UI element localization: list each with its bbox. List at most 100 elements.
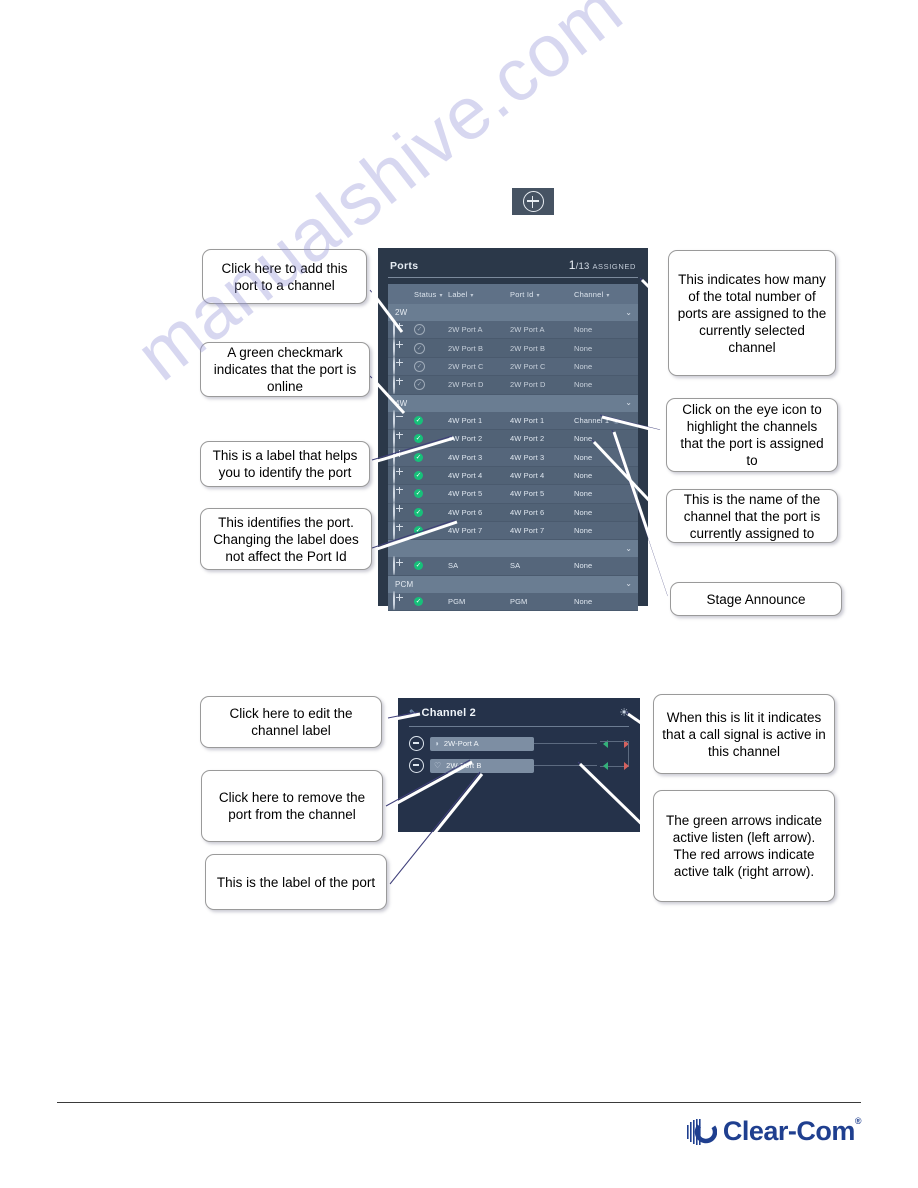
status-cell: ✓	[414, 561, 448, 571]
port-id: 4W Port 6	[510, 507, 545, 517]
add-to-channel-icon[interactable]	[388, 319, 414, 339]
port-id: 2W Port C	[510, 361, 546, 371]
group-label: 4W	[395, 398, 408, 408]
port-chip-label: 2W-Port A	[443, 739, 479, 748]
callout-channel-name: This is the name of the channel that the…	[666, 489, 838, 543]
divider	[409, 726, 629, 727]
port-id: 4W Port 3	[510, 452, 545, 462]
table-row[interactable]: ✓ 4W Port 3 4W Port 3 None	[388, 447, 638, 467]
callout-add-port: Click here to add this port to a channel	[202, 249, 367, 304]
port-channel: None	[574, 526, 593, 536]
status-cell: ✓	[414, 526, 448, 536]
port-channel: None	[574, 361, 593, 371]
callout-call-lit: When this is lit it indicates that a cal…	[653, 694, 835, 774]
chevron-down-icon: ⌄	[625, 307, 632, 317]
port-label: SA	[448, 561, 459, 571]
port-id: 4W Port 1	[510, 415, 545, 425]
pencil-icon[interactable]: ✎	[409, 708, 417, 719]
port-channel: None	[574, 489, 593, 499]
channel-port-row[interactable]: ◑ 2W-Port A	[409, 736, 629, 767]
add-port-button[interactable]	[512, 188, 554, 215]
status-online-icon: ✓	[414, 452, 423, 462]
assigned-count: 1/13 ASSIGNED	[569, 258, 636, 272]
group-header-2w[interactable]: 2W ⌄	[388, 304, 638, 321]
group-header-pcm[interactable]: PCM ⌄	[388, 575, 638, 593]
sort-caret-icon: ▾	[439, 292, 443, 299]
port-channel: None	[574, 380, 593, 390]
add-to-channel-icon[interactable]	[388, 465, 414, 485]
table-row[interactable]: ✓ 4W Port 2 4W Port 2 None	[388, 428, 638, 449]
group-header-4w[interactable]: 4W ⌄	[388, 394, 638, 412]
add-to-channel-icon[interactable]	[388, 338, 414, 358]
add-to-channel-icon[interactable]	[388, 483, 414, 503]
status-offline-icon: ✓	[414, 342, 425, 354]
remove-from-channel-icon[interactable]	[388, 410, 414, 430]
port-label: 4W Port 7	[448, 526, 483, 536]
port-channel: None	[574, 561, 593, 571]
port-channel: None	[574, 434, 593, 444]
port-chip[interactable]: ♡ 2W-Port B	[430, 758, 534, 773]
document-page: manualshive.com Ports 1/13 ASSIGNED Stat…	[0, 0, 918, 1188]
status-cell: ✓	[414, 596, 448, 606]
call-signal-icon[interactable]: ☀	[619, 707, 629, 719]
status-cell: ✓	[414, 434, 448, 444]
footer-divider	[57, 1102, 861, 1103]
add-to-channel-icon[interactable]	[388, 520, 414, 540]
channel-port-row[interactable]: ♡ 2W-Port B	[409, 758, 629, 773]
status-cell: ✓	[414, 324, 448, 336]
add-to-channel-icon[interactable]	[388, 447, 414, 467]
add-to-channel-icon[interactable]	[388, 428, 414, 448]
callout-stage-announce: Stage Announce	[670, 582, 842, 616]
status-online-icon: ✓	[414, 470, 423, 480]
table-row[interactable]: ✓ PGM PGM None	[388, 591, 638, 612]
table-row[interactable]: ✓ 4W Port 7 4W Port 7 None	[388, 520, 638, 541]
table-row[interactable]: ✓ 2W Port C 2W Port C None	[388, 356, 638, 377]
add-to-channel-icon[interactable]	[388, 374, 414, 394]
add-to-channel-icon[interactable]	[388, 356, 414, 376]
channel-header: ✎ Channel 2 ☀	[409, 707, 629, 719]
ports-panel: Ports 1/13 ASSIGNED Status ▾ Label ▾ Port I…	[378, 248, 648, 612]
callout-eye-icon: Click on the eye icon to highlight the c…	[666, 398, 838, 472]
col-channel[interactable]: Channel ▾	[574, 290, 638, 299]
listen-arrow-icon	[603, 761, 608, 770]
callout-port-label: This is the label of the port	[205, 854, 387, 910]
channel-title-group[interactable]: ✎ Channel 2	[409, 707, 476, 719]
add-to-channel-icon[interactable]	[388, 591, 414, 611]
chevron-down-icon: ⌄	[625, 398, 632, 408]
brand-name: Clear-Com®	[722, 1116, 862, 1146]
table-row[interactable]: ✓ 4W Port 6 4W Port 6 None	[388, 502, 638, 522]
remove-port-icon[interactable]	[409, 736, 424, 751]
port-label: 4W Port 3	[448, 452, 483, 462]
sort-caret-icon: ▾	[470, 292, 474, 299]
port-label: 2W Port A	[448, 325, 483, 335]
port-chip[interactable]: ◑ 2W-Port A	[430, 736, 534, 751]
status-offline-icon: ✓	[414, 324, 425, 336]
callout-port-id: This identifies the port. Changing the l…	[200, 508, 372, 570]
remove-port-icon[interactable]	[409, 758, 424, 773]
table-row[interactable]: ✓ 2W Port D 2W Port D None	[388, 374, 638, 395]
add-to-channel-icon[interactable]	[388, 556, 414, 575]
table-row[interactable]: ✓ 2W Port A 2W Port A None	[388, 319, 638, 340]
ports-title: Ports	[390, 260, 419, 272]
table-row[interactable]: ✓ 4W Port 5 4W Port 5 None	[388, 483, 638, 504]
table-row[interactable]: ✓ SA SA None	[388, 556, 638, 576]
port-id: 2W Port A	[510, 325, 545, 335]
col-label[interactable]: Label ▾	[448, 290, 510, 299]
table-row[interactable]: ✓ 4W Port 1 4W Port 1 Channel 1 ◉	[388, 410, 638, 430]
callout-remove-port: Click here to remove the port from the c…	[201, 770, 383, 842]
eye-icon[interactable]: ◉	[613, 418, 619, 425]
status-cell: ✓	[414, 379, 448, 391]
col-port-id[interactable]: Port Id ▾	[510, 290, 574, 299]
status-online-icon: ✓	[414, 434, 423, 444]
col-status[interactable]: Status ▾	[414, 290, 448, 299]
port-label: 4W Port 5	[448, 489, 483, 499]
table-row[interactable]: ✓ 2W Port B 2W Port B None	[388, 338, 638, 358]
port-channel: Channel 1 ◉	[574, 415, 620, 425]
table-row[interactable]: ✓ 4W Port 4 4W Port 4 None	[388, 465, 638, 486]
port-id: SA	[510, 561, 521, 571]
port-channel: None	[574, 470, 593, 480]
add-to-channel-icon[interactable]	[388, 502, 414, 522]
status-cell: ✓	[414, 507, 448, 517]
callout-green-check: A green checkmark indicates that the por…	[200, 342, 370, 397]
group-header-sa[interactable]: ⌄	[388, 540, 638, 558]
